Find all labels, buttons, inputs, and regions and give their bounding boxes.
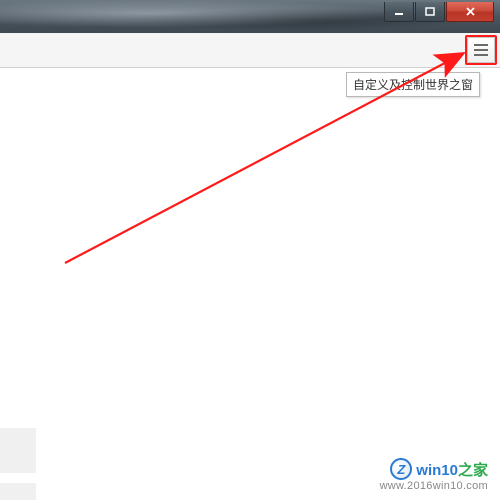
annotation-highlight [465, 35, 497, 65]
maximize-icon [425, 7, 435, 17]
content-area: 自定义及控制世界之窗 Z win10之家 www.2016win10.com [0, 68, 500, 500]
window-titlebar [0, 0, 500, 33]
minimize-icon [394, 7, 404, 17]
watermark-logo-icon: Z [390, 458, 412, 480]
menu-tooltip: 自定义及控制世界之窗 [346, 72, 480, 97]
maximize-button[interactable] [415, 2, 445, 22]
watermark-url: www.2016win10.com [380, 480, 488, 492]
close-button[interactable] [446, 2, 494, 22]
watermark-brand: win10之家 [416, 459, 488, 480]
close-icon [465, 6, 476, 17]
sidebar-block [0, 483, 36, 500]
browser-toolbar [0, 33, 500, 68]
main-menu-button[interactable] [467, 37, 495, 63]
minimize-button[interactable] [384, 2, 414, 22]
watermark: Z win10之家 www.2016win10.com [380, 458, 488, 492]
sidebar-block [0, 428, 36, 473]
